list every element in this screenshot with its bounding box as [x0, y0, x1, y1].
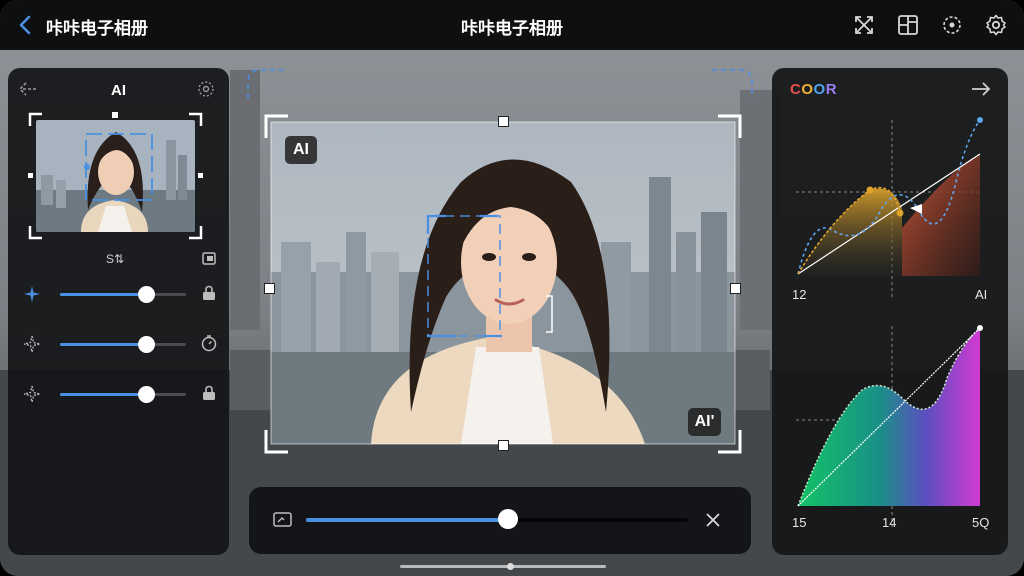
portrait-image	[271, 122, 735, 444]
slider-row-2	[22, 334, 218, 354]
slider-row-3	[22, 384, 218, 404]
curve2-label-left: 15	[792, 515, 807, 530]
slider-fill	[60, 393, 146, 396]
ai-badge[interactable]: AI	[285, 136, 317, 164]
dotted-sparkle-icon	[23, 335, 41, 353]
focus-target-icon[interactable]	[940, 13, 964, 37]
slider-fill	[60, 293, 146, 296]
thumbnail-frame	[28, 112, 203, 240]
slider-row-1	[22, 284, 218, 304]
dotted-gear-icon[interactable]	[197, 80, 215, 98]
copy-icon[interactable]	[201, 250, 219, 266]
crop-handle-top[interactable]	[498, 116, 509, 127]
photo-canvas[interactable]	[271, 122, 735, 444]
top-bar: 咔咔电子相册 咔咔电子相册	[0, 0, 1024, 50]
title-char: O	[813, 81, 826, 98]
timer-icon[interactable]	[200, 334, 218, 352]
ai-enhance-button[interactable]: AI'	[688, 408, 721, 436]
intensity-slider-fill	[306, 518, 509, 522]
crop-handle-left[interactable]	[264, 283, 275, 294]
lock-icon[interactable]	[200, 284, 218, 302]
adjustment-panel: AI S⇅	[8, 68, 229, 555]
toolbar-icons	[852, 13, 1008, 37]
image-edit-icon[interactable]	[273, 511, 292, 528]
title-char: O	[801, 81, 814, 98]
close-icon[interactable]	[704, 511, 722, 529]
thumbnail-caption: S⇅	[106, 252, 125, 266]
slider-knob[interactable]	[137, 286, 155, 303]
sparkle-icon	[24, 286, 40, 302]
curve2-label-right: 5Q	[972, 515, 990, 530]
slider-track[interactable]	[60, 286, 186, 303]
curve1-label-left: 12	[792, 287, 807, 302]
slider-fill	[60, 343, 146, 346]
intensity-slider-knob[interactable]	[498, 509, 519, 529]
title-char: R	[825, 81, 838, 98]
intensity-bar	[249, 487, 751, 554]
intensity-slider-track[interactable]	[306, 509, 688, 529]
home-indicator[interactable]	[400, 565, 606, 568]
slider-knob[interactable]	[137, 336, 155, 353]
color-curves-panel: COOR 12 AI 15 14 5Q	[772, 68, 1008, 555]
gear-icon[interactable]	[984, 13, 1008, 37]
slider-track[interactable]	[60, 386, 186, 403]
app-screen: 咔咔电子相册 咔咔电子相册 AI S⇅ AI AI' COOR 12 AI 15…	[0, 0, 1024, 576]
crop-handle-right[interactable]	[730, 283, 741, 294]
curves-graphic	[796, 117, 983, 530]
curve2-label-mid: 14	[882, 515, 897, 530]
slider-knob[interactable]	[137, 386, 155, 403]
curves-title: COOR	[790, 81, 837, 98]
dotted-sparkle-icon	[23, 385, 41, 403]
panel-title: AI	[111, 82, 126, 99]
title-char: C	[790, 81, 802, 98]
slider-track[interactable]	[60, 336, 186, 353]
lock-icon[interactable]	[200, 384, 218, 402]
curve1-label-right: AI	[975, 287, 988, 302]
layout-icon[interactable]	[896, 13, 920, 37]
crossing-arrows-icon[interactable]	[852, 13, 876, 37]
home-indicator-dot	[507, 563, 514, 570]
crop-handle-bottom[interactable]	[498, 440, 509, 451]
arrow-right-icon[interactable]	[970, 80, 992, 98]
thumbnail-preview[interactable]	[28, 112, 203, 240]
